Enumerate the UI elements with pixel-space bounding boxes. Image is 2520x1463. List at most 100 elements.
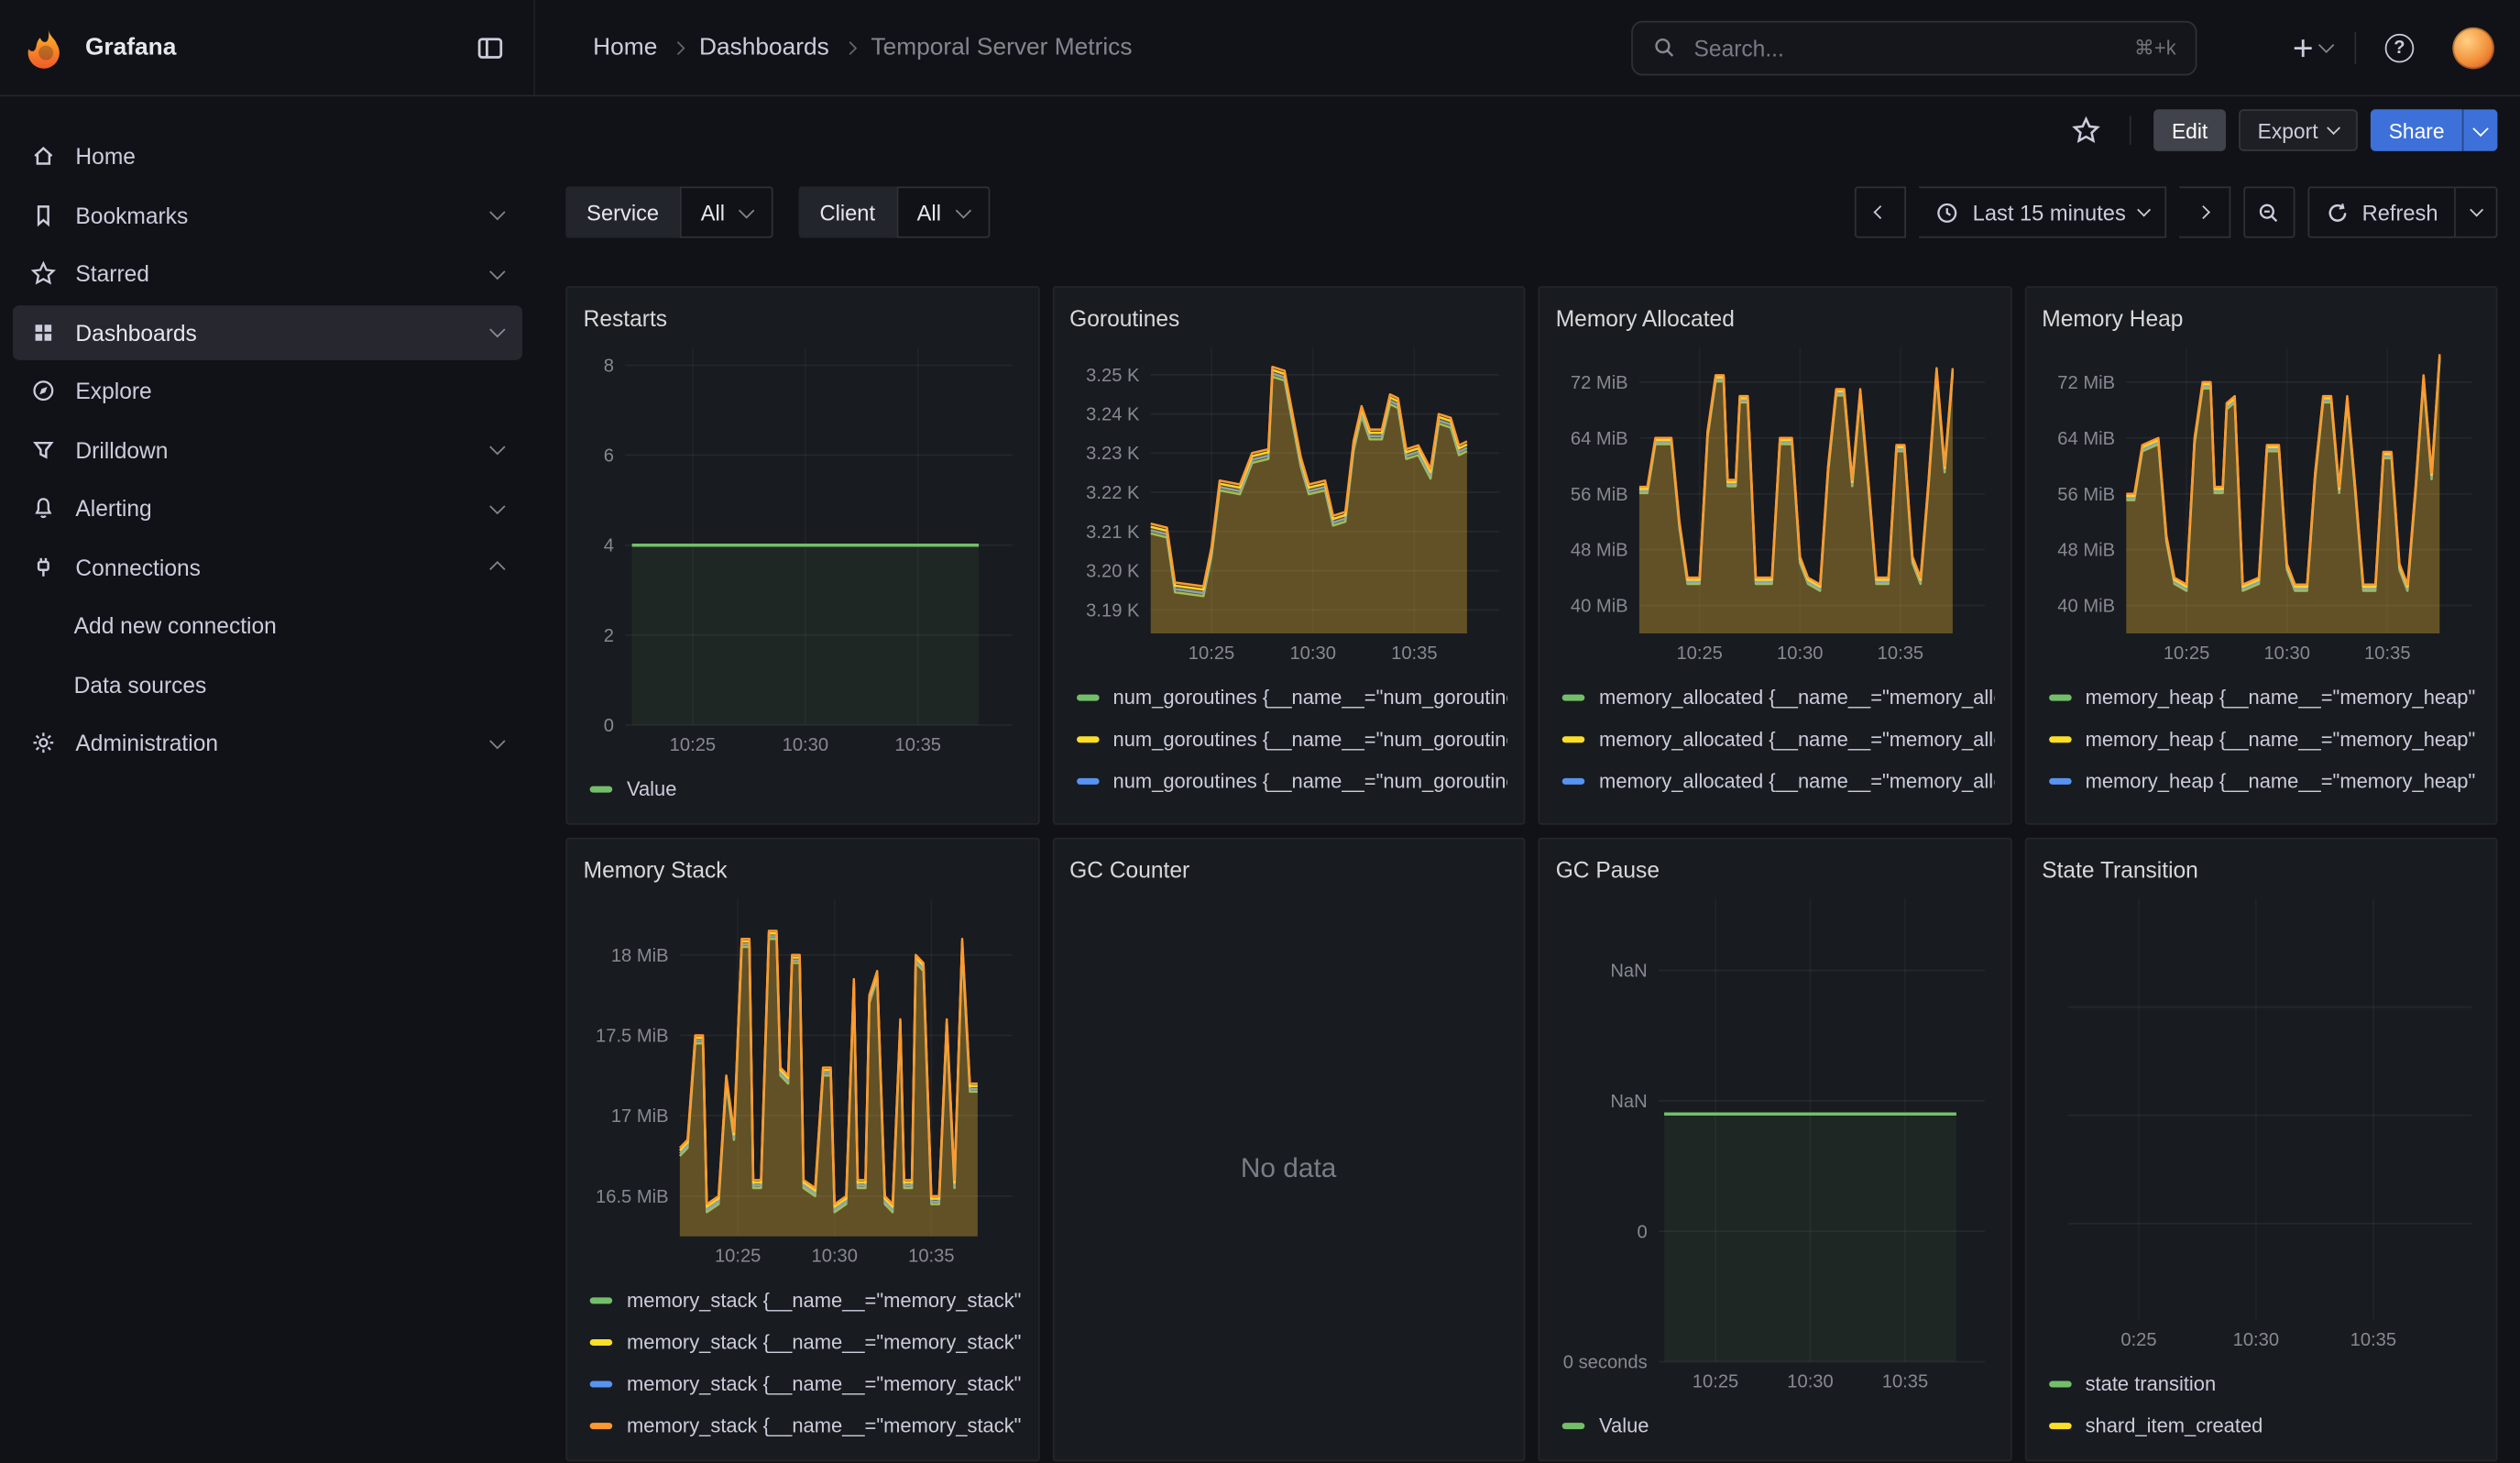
grafana-logo[interactable] bbox=[26, 27, 68, 69]
sidebar-item-administration[interactable]: Administration bbox=[13, 715, 522, 770]
legend-item[interactable]: num_goroutines {__name__="num_goroutines… bbox=[1076, 802, 1507, 810]
chart-state-transition[interactable]: 0:2510:3010:35 bbox=[2042, 889, 2480, 1356]
dock-sidebar-button[interactable] bbox=[469, 27, 511, 69]
legend-item[interactable]: memory_allocated {__name__="memory_alloc… bbox=[1562, 719, 1994, 761]
global-search[interactable]: ⌘+k bbox=[1631, 20, 2197, 75]
panel-title[interactable]: State Transition bbox=[2042, 851, 2480, 889]
help-button[interactable] bbox=[2379, 27, 2421, 69]
client-variable-dropdown[interactable]: All bbox=[896, 186, 990, 237]
legend-color-marker bbox=[1076, 695, 1099, 701]
panel-title[interactable]: Goroutines bbox=[1069, 299, 1507, 337]
sidebar-item-label: Dashboards bbox=[75, 319, 196, 345]
time-range-back-button[interactable] bbox=[1856, 186, 1907, 237]
share-button[interactable]: Share bbox=[2371, 109, 2461, 151]
panel-title[interactable]: Memory Allocated bbox=[1556, 299, 1994, 337]
chart-gc-pause[interactable]: NaNNaN00 seconds10:2510:3010:35 bbox=[1556, 889, 1994, 1397]
refresh-button[interactable]: Refresh bbox=[2307, 186, 2456, 237]
legend-item[interactable]: memory_heap {__name__="memory_heap" bbox=[2048, 719, 2480, 761]
legend-item[interactable]: num_goroutines {__name__="num_goroutines… bbox=[1076, 761, 1507, 803]
legend-item[interactable]: state transition bbox=[2048, 1363, 2480, 1405]
legend-item[interactable]: memory_heap {__name__="memory_heap" bbox=[2048, 676, 2480, 719]
legend-item[interactable]: memory_heap {__name__="memory_heap" bbox=[2048, 802, 2480, 810]
legend-label: memory_stack {__name__="memory_stack" bbox=[627, 1290, 1021, 1313]
legend-item[interactable]: shard_item_created bbox=[2048, 1405, 2480, 1447]
chart-goroutines[interactable]: 3.25 K3.24 K3.23 K3.22 K3.21 K3.20 K3.19… bbox=[1069, 337, 1507, 668]
legend-color-marker bbox=[1076, 736, 1099, 742]
chevron-up-icon bbox=[489, 561, 505, 577]
chart-memory-heap[interactable]: 72 MiB64 MiB56 MiB48 MiB40 MiB10:2510:30… bbox=[2042, 337, 2480, 668]
sidebar-item-dashboards[interactable]: Dashboards bbox=[13, 304, 522, 359]
chart-memory-stack[interactable]: 18 MiB17.5 MiB17 MiB16.5 MiB10:2510:3010… bbox=[584, 889, 1022, 1271]
breadcrumb-home[interactable]: Home bbox=[593, 34, 657, 61]
panel-gc-pause: GC Pause NaNNaN00 seconds10:2510:3010:35… bbox=[1538, 838, 2011, 1461]
legend-item[interactable]: Value bbox=[1562, 1405, 1994, 1447]
breadcrumb-separator-icon bbox=[843, 40, 857, 54]
legend-item[interactable]: memory_allocated {__name__="memory_alloc… bbox=[1562, 676, 1994, 719]
svg-text:2: 2 bbox=[604, 626, 614, 646]
time-range-label: Last 15 minutes bbox=[1973, 200, 2126, 224]
legend-item[interactable]: num_goroutines {__name__="num_goroutines… bbox=[1076, 676, 1507, 719]
panel-title[interactable]: GC Pause bbox=[1556, 851, 1994, 889]
svg-text:NaN: NaN bbox=[1610, 962, 1647, 982]
legend-label: memory_allocated {__name__="memory_alloc… bbox=[1599, 687, 1994, 710]
share-menu-button[interactable] bbox=[2462, 109, 2498, 151]
edit-button[interactable]: Edit bbox=[2154, 109, 2226, 151]
export-button-label: Export bbox=[2258, 118, 2318, 142]
svg-text:48 MiB: 48 MiB bbox=[1571, 541, 1628, 561]
legend-item[interactable]: memory_stack {__name__="memory_stack" bbox=[590, 1405, 1022, 1447]
panel-title[interactable]: Memory Heap bbox=[2042, 299, 2480, 337]
legend-item[interactable]: Value bbox=[590, 768, 1022, 810]
export-button[interactable]: Export bbox=[2239, 109, 2359, 151]
panel-grid: Restarts 8642010:2510:3010:35 Value Goro… bbox=[535, 286, 2520, 1461]
sidebar-item-explore[interactable]: Explore bbox=[13, 363, 522, 418]
zoom-out-time-button[interactable] bbox=[2243, 186, 2295, 237]
time-range-picker[interactable]: Last 15 minutes bbox=[1920, 186, 2166, 237]
legend-item[interactable]: memory_allocated {__name__="memory_alloc… bbox=[1562, 761, 1994, 803]
legend-item[interactable]: num_goroutines {__name__="num_goroutines… bbox=[1076, 719, 1507, 761]
chart-restarts[interactable]: 8642010:2510:3010:35 bbox=[584, 337, 1022, 760]
home-icon bbox=[29, 143, 57, 169]
favorite-dashboard-button[interactable] bbox=[2065, 109, 2108, 151]
search-icon bbox=[1652, 36, 1676, 60]
legend-color-marker bbox=[1562, 1423, 1585, 1429]
chart-memory-allocated[interactable]: 72 MiB64 MiB56 MiB48 MiB40 MiB10:2510:30… bbox=[1556, 337, 1994, 668]
dashboard-toolbar: Edit Export Share bbox=[535, 96, 2520, 154]
legend-item[interactable]: memory_stack {__name__="memory_stack" bbox=[590, 1363, 1022, 1405]
sidebar-item-add-new-connection[interactable]: Add new connection bbox=[13, 598, 522, 653]
legend-item[interactable]: memory_stack {__name__="memory_stack" bbox=[590, 1280, 1022, 1322]
legend-color-marker bbox=[2048, 1381, 2071, 1388]
user-avatar[interactable] bbox=[2452, 27, 2494, 69]
panel-title[interactable]: GC Counter bbox=[1069, 851, 1507, 889]
svg-text:0:25: 0:25 bbox=[2120, 1330, 2155, 1350]
refresh-interval-button[interactable] bbox=[2456, 186, 2498, 237]
svg-text:10:25: 10:25 bbox=[1693, 1372, 1738, 1392]
panel-title[interactable]: Memory Stack bbox=[584, 851, 1022, 889]
panel-title[interactable]: Restarts bbox=[584, 299, 1022, 337]
breadcrumb-separator-icon bbox=[672, 40, 685, 54]
svg-text:3.21 K: 3.21 K bbox=[1085, 522, 1139, 543]
sidebar-item-starred[interactable]: Starred bbox=[13, 246, 522, 301]
sidebar-item-data-sources[interactable]: Data sources bbox=[13, 656, 522, 711]
sidebar-item-home[interactable]: Home bbox=[13, 128, 522, 183]
svg-text:0: 0 bbox=[604, 716, 614, 736]
bookmark-icon bbox=[29, 202, 57, 227]
chevron-down-icon bbox=[2318, 38, 2334, 53]
sidebar-item-label: Administration bbox=[75, 730, 218, 755]
sidebar-item-connections[interactable]: Connections bbox=[13, 539, 522, 594]
header-brand-section: Grafana bbox=[0, 0, 535, 94]
legend-item[interactable]: memory_stack {__name__="memory_stack" bbox=[590, 1322, 1022, 1364]
panel-legend: Value bbox=[584, 761, 1022, 810]
sidebar-item-bookmarks[interactable]: Bookmarks bbox=[13, 187, 522, 242]
sidebar-item-drilldown[interactable]: Drilldown bbox=[13, 422, 522, 477]
legend-color-marker bbox=[590, 1297, 613, 1304]
sidebar-item-alerting[interactable]: Alerting bbox=[13, 480, 522, 535]
legend-item[interactable]: memory_allocated {__name__="memory_alloc… bbox=[1562, 802, 1994, 810]
new-menu-button[interactable] bbox=[2290, 35, 2332, 60]
chevron-down-icon bbox=[955, 202, 970, 217]
time-range-forward-button[interactable] bbox=[2179, 186, 2230, 237]
service-variable-dropdown[interactable]: All bbox=[680, 186, 773, 237]
breadcrumb-dashboards[interactable]: Dashboards bbox=[699, 34, 829, 61]
panel-goroutines: Goroutines 3.25 K3.24 K3.23 K3.22 K3.21 … bbox=[1052, 286, 1526, 825]
legend-item[interactable]: memory_heap {__name__="memory_heap" bbox=[2048, 761, 2480, 803]
search-input[interactable] bbox=[1691, 33, 2120, 62]
